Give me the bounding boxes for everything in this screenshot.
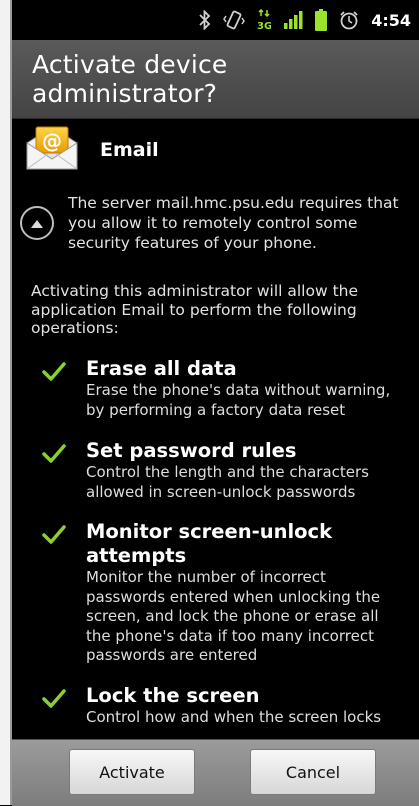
permission-title: Erase all data (86, 357, 237, 380)
check-icon (42, 443, 72, 502)
app-name: Email (100, 139, 159, 161)
svg-text:@: @ (42, 129, 62, 153)
permission-body: Erase all data Erase the phone's data wi… (86, 357, 394, 420)
data-3g-icon: 3G (257, 8, 271, 32)
button-bar: Activate Cancel (12, 739, 419, 806)
expand-collapse-button[interactable] (20, 206, 54, 240)
email-app-icon: @ (24, 123, 80, 177)
activation-description: Activating this administrator will allow… (31, 282, 359, 337)
permission-body: Set password rules Control the length an… (86, 439, 394, 502)
permission-body: Lock the screen Control how and when the… (86, 684, 381, 728)
dialog-title-bar: Activate device administrator? (12, 40, 419, 119)
activate-button[interactable]: Activate (69, 749, 195, 795)
alarm-icon (339, 8, 359, 32)
permission-description: Control the length and the characters al… (86, 463, 369, 501)
check-icon (42, 688, 72, 728)
server-notice-text: The server mail.hmc.psu.edu requires tha… (68, 194, 399, 252)
cancel-button[interactable]: Cancel (250, 749, 376, 795)
arrow-up-icon (30, 214, 44, 233)
permission-item: Erase all data Erase the phone's data wi… (42, 357, 394, 420)
permission-item: Set password rules Control the length an… (42, 439, 394, 502)
svg-text:3G: 3G (257, 21, 271, 31)
screen: 3G 4:54 Activate device administrator? @… (12, 0, 419, 806)
server-notice: The server mail.hmc.psu.edu requires tha… (20, 193, 415, 253)
permission-description: Erase the phone's data without warning, … (86, 381, 391, 419)
dialog-title: Activate device administrator? (32, 50, 228, 108)
app-header: @ Email (24, 122, 159, 178)
permission-body: Monitor screen-unlock attempts Monitor t… (86, 520, 394, 666)
battery-icon (315, 8, 328, 32)
bluetooth-icon (199, 8, 211, 32)
status-time: 4:54 (371, 10, 411, 30)
permission-title: Monitor screen-unlock attempts (86, 520, 333, 567)
permission-title: Lock the screen (86, 684, 260, 707)
check-icon (42, 524, 72, 666)
permission-description: Monitor the number of incorrect password… (86, 568, 381, 664)
permission-title: Set password rules (86, 439, 297, 462)
status-bar: 3G 4:54 (12, 0, 419, 40)
permission-description: Control how and when the screen locks (86, 708, 382, 726)
check-icon (42, 361, 72, 420)
permission-item: Lock the screen Control how and when the… (42, 684, 394, 728)
signal-icon (283, 8, 303, 32)
vibrate-icon (223, 8, 246, 32)
permission-item: Monitor screen-unlock attempts Monitor t… (42, 520, 394, 666)
